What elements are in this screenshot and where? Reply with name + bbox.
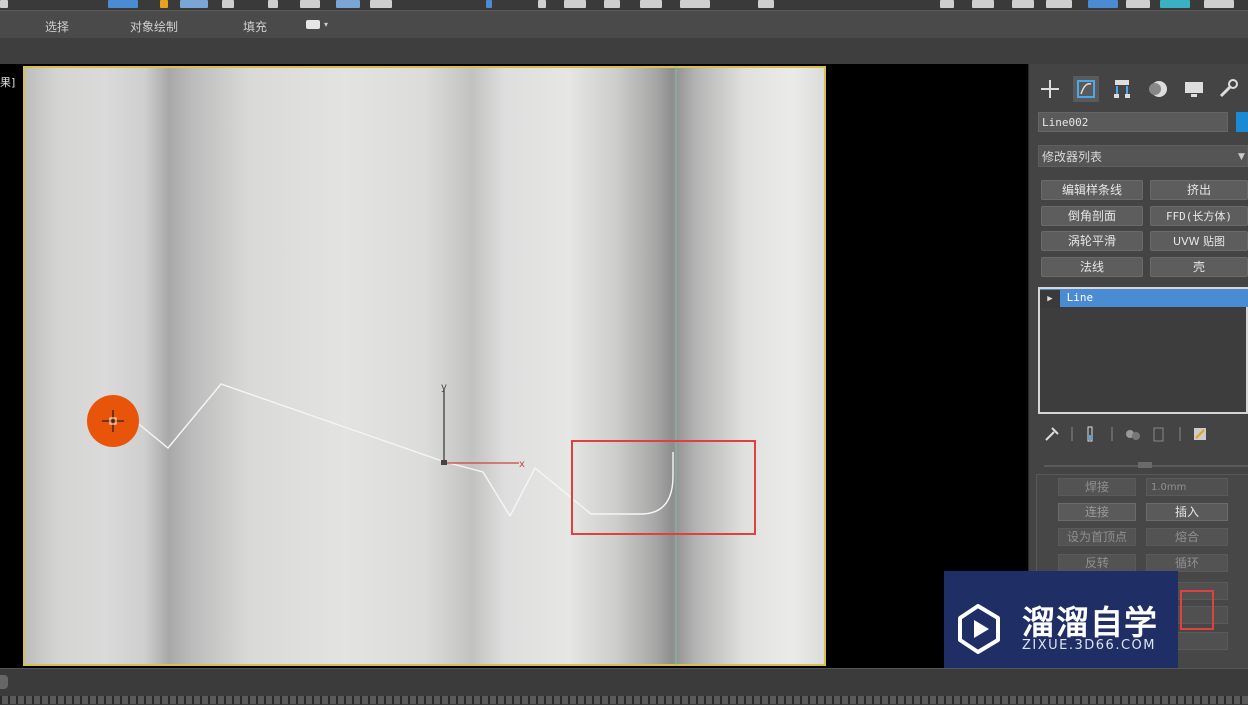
connect-button[interactable]: 连接: [1058, 503, 1136, 521]
material-editor-icon[interactable]: [1160, 0, 1190, 8]
spinner-snap-icon[interactable]: [640, 0, 662, 8]
edit-spline-button[interactable]: 编辑样条线: [1041, 180, 1143, 200]
mirror-icon[interactable]: [940, 0, 954, 8]
star-icon[interactable]: [160, 0, 168, 8]
render-setup-icon[interactable]: [1204, 0, 1234, 8]
named-sel-icon[interactable]: [758, 0, 774, 8]
rotate-icon[interactable]: [300, 0, 320, 8]
select-tool-icon[interactable]: [108, 0, 138, 8]
stack-item-label: Line: [1066, 291, 1094, 304]
layer-icon[interactable]: [1012, 0, 1034, 8]
cycle-button[interactable]: 循环: [1146, 554, 1228, 572]
axis-y-label: y: [441, 382, 447, 393]
shell-button[interactable]: 壳: [1150, 257, 1248, 277]
chevron-down-icon[interactable]: ▼: [1238, 146, 1245, 168]
modifier-list-dropdown[interactable]: 修改器列表: [1038, 145, 1248, 167]
snap-icon[interactable]: [538, 0, 546, 8]
extrude-button[interactable]: 挤出: [1150, 180, 1248, 200]
timeline-toggle-icon[interactable]: [0, 675, 8, 689]
viewport-label[interactable]: 果]: [0, 74, 15, 90]
move-icon[interactable]: [268, 0, 278, 8]
bevel-profile-button[interactable]: 倒角剖面: [1041, 206, 1143, 226]
axis-x-label: x: [519, 459, 525, 470]
reverse-button[interactable]: 反转: [1058, 554, 1136, 572]
schematic-icon[interactable]: [1126, 0, 1150, 8]
drag-handle[interactable]: [1138, 462, 1152, 468]
pin-stack-icon: [1045, 427, 1059, 441]
remove-modifier-icon: [1153, 427, 1164, 442]
play-logo-icon: [958, 604, 1000, 654]
weld-button[interactable]: 焊接: [1058, 478, 1136, 496]
spline-line002: [134, 383, 635, 518]
tab-selection[interactable]: 选择: [45, 18, 69, 35]
stack-toolbar: [1045, 426, 1206, 442]
turbosmooth-button[interactable]: 涡轮平滑: [1041, 231, 1143, 251]
normal-button[interactable]: 法线: [1041, 257, 1143, 277]
fuse-button[interactable]: 熔合: [1146, 528, 1228, 546]
insert-button[interactable]: 插入: [1146, 503, 1228, 521]
weld-threshold-spinner[interactable]: 1.0mm: [1146, 478, 1228, 496]
highlight-box: [571, 440, 756, 535]
curve-editor-icon[interactable]: [1088, 0, 1118, 8]
modify-icon[interactable]: [1073, 76, 1099, 102]
utilities-icon[interactable]: [1215, 76, 1241, 102]
gizmo-origin: [441, 460, 447, 465]
configure-sets-icon: [1194, 428, 1206, 440]
expand-arrow-icon[interactable]: ▶: [1040, 290, 1060, 308]
window-crossing-icon[interactable]: [222, 0, 234, 8]
make-unique-icon: [1126, 430, 1140, 440]
toolbar-icon[interactable]: [0, 0, 8, 8]
ribbon-bar: 选择 对象绘制 填充 ▾: [0, 10, 1248, 39]
ribbon-panel-strip: [0, 38, 1248, 65]
tab-populate[interactable]: 填充: [243, 18, 267, 35]
region-select-icon[interactable]: [180, 0, 208, 8]
spline-curve: [635, 452, 674, 515]
pivot-icon[interactable]: [486, 0, 492, 8]
show-end-result-icon: [1087, 426, 1093, 442]
scale-icon[interactable]: [336, 0, 360, 8]
angle-snap-icon[interactable]: [564, 0, 586, 8]
object-name-field[interactable]: Line002: [1038, 112, 1228, 132]
percent-snap-icon[interactable]: [604, 0, 620, 8]
display-icon[interactable]: [1181, 76, 1207, 102]
ribbon-toggle-icon[interactable]: [306, 20, 320, 29]
main-toolbar: [0, 0, 1248, 10]
motion-icon[interactable]: [1145, 76, 1171, 102]
ffd-box-button[interactable]: FFD(长方体): [1150, 206, 1248, 226]
chevron-down-icon[interactable]: ▾: [324, 20, 328, 29]
viewport-overlay: y x: [87, 66, 756, 666]
hierarchy-icon[interactable]: [1109, 76, 1135, 102]
highlight-box: [1180, 590, 1214, 630]
object-color-swatch[interactable]: [1236, 112, 1248, 132]
edit-named-sel-icon[interactable]: [680, 0, 710, 8]
uvw-map-button[interactable]: UVW 贴图: [1150, 231, 1248, 251]
placement-icon[interactable]: [370, 0, 392, 8]
tab-object-paint[interactable]: 对象绘制: [130, 18, 178, 35]
ribbon-icon[interactable]: [1046, 0, 1072, 8]
timeline-ruler[interactable]: [0, 696, 1248, 704]
watermark-title: 溜溜自学: [1022, 603, 1158, 642]
stack-item-line[interactable]: ▶ Line: [1040, 289, 1248, 308]
watermark-url: ZIXUE.3D66.COM: [1022, 638, 1156, 653]
create-icon[interactable]: [1037, 76, 1063, 102]
align-icon[interactable]: [972, 0, 994, 8]
make-first-button[interactable]: 设为首顶点: [1058, 528, 1136, 546]
